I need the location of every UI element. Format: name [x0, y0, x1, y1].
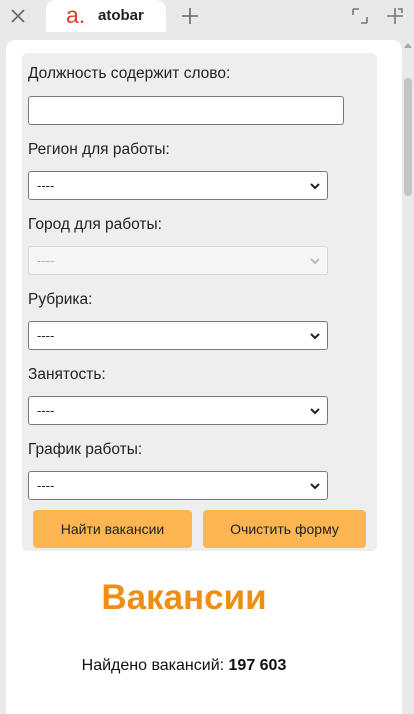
- employment-label: Занятость:: [28, 366, 106, 383]
- schedule-select[interactable]: ----: [28, 471, 328, 500]
- page-scrollbar[interactable]: [402, 40, 414, 714]
- schedule-label: График работы:: [28, 441, 143, 458]
- vacancies-found-count: Найдено вакансий: 197 603: [6, 657, 362, 675]
- chevron-down-icon: [310, 258, 320, 265]
- category-select[interactable]: ----: [28, 321, 328, 350]
- tab-title: atobar: [98, 7, 144, 24]
- region-label: Регион для работы:: [28, 141, 170, 158]
- active-browser-tab[interactable]: a. atobar: [46, 0, 166, 32]
- expand-icon: [387, 8, 403, 24]
- chevron-down-icon: [310, 483, 320, 490]
- close-icon: [11, 9, 25, 23]
- city-select-value: ----: [37, 253, 55, 268]
- employment-select-value: ----: [37, 403, 55, 418]
- close-tab-button[interactable]: [4, 3, 32, 29]
- found-count-value: 197 603: [228, 657, 287, 674]
- employment-select[interactable]: ----: [28, 396, 328, 425]
- browser-tab-strip: a. atobar: [0, 0, 414, 32]
- vacancy-search-form: Должность содержит слово: Регион для раб…: [22, 53, 377, 551]
- chevron-down-icon: [310, 333, 320, 340]
- region-select[interactable]: ----: [28, 171, 328, 200]
- schedule-select-value: ----: [37, 478, 55, 493]
- scrollbar-thumb[interactable]: [404, 78, 412, 196]
- region-select-value: ----: [37, 178, 55, 193]
- page-title: Вакансии: [101, 578, 267, 617]
- find-vacancies-button[interactable]: Найти вакансии: [33, 510, 192, 548]
- category-label: Рубрика:: [28, 291, 93, 308]
- page-viewport: Должность содержит слово: Регион для раб…: [6, 40, 402, 714]
- chevron-down-icon: [310, 183, 320, 190]
- restore-icon: [352, 8, 368, 24]
- found-label: Найдено вакансий:: [81, 657, 229, 674]
- new-tab-button[interactable]: [176, 3, 204, 29]
- category-select-value: ----: [37, 328, 55, 343]
- plus-icon: [182, 8, 198, 24]
- keyword-label: Должность содержит слово:: [28, 65, 231, 82]
- site-favicon-icon: a.: [66, 2, 86, 28]
- clear-form-button[interactable]: Очистить форму: [203, 510, 366, 548]
- restore-window-button[interactable]: [349, 5, 371, 27]
- chevron-down-icon: [310, 408, 320, 415]
- scroll-up-arrow-icon[interactable]: [404, 43, 412, 48]
- expand-window-button[interactable]: [384, 5, 406, 27]
- keyword-input[interactable]: [28, 96, 344, 125]
- city-label: Город для работы:: [28, 216, 162, 233]
- city-select: ----: [28, 246, 328, 275]
